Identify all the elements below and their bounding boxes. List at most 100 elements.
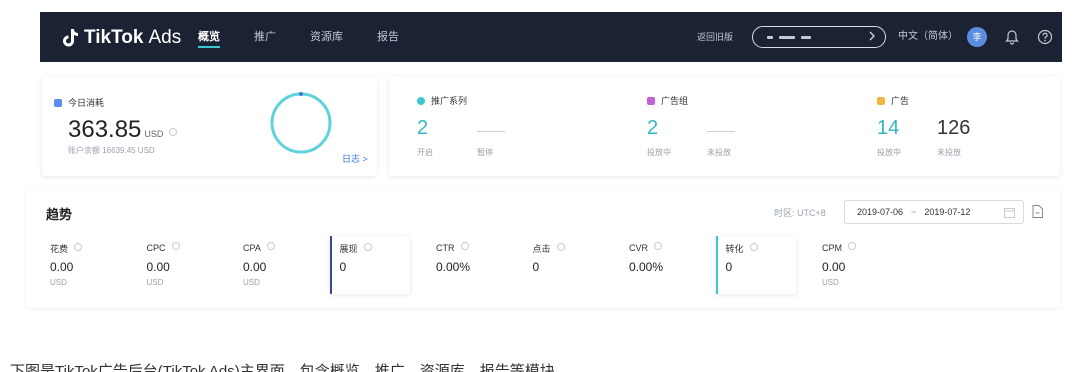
account-selector[interactable] — [752, 26, 886, 48]
campaign-stats: 推广系列 2 开启 —— 暂停 — [417, 94, 537, 158]
trend-metric-tile[interactable]: CPA 0.00 USD — [233, 236, 313, 294]
metric-name-text: 转化 — [725, 244, 744, 254]
today-spend-label: 今日消耗 — [68, 98, 105, 108]
date-range-picker[interactable]: 2019-07-06 ~ 2019-07-12 — [844, 200, 1024, 224]
metric-name: CVR — [629, 242, 663, 253]
bottom-caption-text: 下图是TikTok广告后台(TikTok Ads)主界面，包含概览、推广、资源库… — [10, 363, 555, 372]
calendar-icon — [1004, 208, 1015, 218]
today-spend-card: 今日消耗 363.85 USD 账户余额 16639.45 USD 日志 > — [42, 76, 377, 176]
info-icon[interactable] — [556, 243, 565, 251]
metric-name-text: 点击 — [532, 244, 551, 254]
campaign-paused-value: —— — [477, 122, 505, 138]
ad-stats-title: 广告 — [877, 94, 997, 107]
entity-stats-card: 推广系列 2 开启 —— 暂停 广告组 2 投放中 —— 未投放 广告 14 投… — [389, 76, 1060, 176]
info-icon[interactable] — [169, 128, 178, 136]
bell-icon[interactable] — [1004, 29, 1020, 45]
tiktok-note-icon — [63, 29, 78, 47]
nav-library[interactable]: 资源库 — [310, 12, 343, 62]
account-name-redacted — [779, 35, 795, 39]
info-icon[interactable] — [171, 242, 180, 250]
metric-name-text: CPA — [243, 243, 261, 253]
campaign-paused[interactable]: —— 暂停 — [477, 117, 537, 158]
metric-name-text: 花费 — [50, 244, 69, 254]
trend-metric-tile[interactable]: CPM 0.00 USD — [812, 236, 892, 294]
metric-name: 点击 — [533, 242, 565, 255]
spend-amount-value: 363.85 — [68, 116, 142, 143]
account-name-redacted — [767, 35, 773, 39]
metric-name-text: 展现 — [339, 244, 358, 254]
metric-name-text: CPM — [822, 243, 842, 253]
timezone-label: 时区: UTC+8 — [774, 208, 826, 218]
info-icon[interactable] — [460, 242, 469, 250]
info-icon[interactable] — [266, 242, 275, 250]
adgroup-inactive-label: 未投放 — [707, 148, 731, 157]
spend-amount-unit: USD — [144, 129, 164, 139]
adgroup-active[interactable]: 2 投放中 — [647, 117, 707, 158]
trend-panel: 趋势 时区: UTC+8 2019-07-06 ~ 2019-07-12 花费 0… — [26, 188, 1060, 308]
metric-value: 0 — [725, 260, 733, 274]
adgroup-dot-icon — [647, 97, 655, 105]
logs-link[interactable]: 日志 > — [342, 152, 368, 165]
metric-name: CTR — [436, 242, 469, 253]
avatar[interactable]: 李 — [967, 27, 987, 47]
today-spend-amount: 363.85 USD — [68, 116, 178, 144]
metric-name: 转化 — [726, 242, 758, 255]
ad-active-label: 投放中 — [877, 148, 901, 157]
info-icon[interactable] — [848, 242, 856, 250]
info-icon[interactable] — [654, 242, 663, 250]
metric-value: 0.00 — [822, 260, 846, 274]
trend-metric-tile[interactable]: CVR 0.00% — [619, 236, 699, 294]
info-icon[interactable] — [74, 243, 83, 251]
selected-metric-indicator — [715, 236, 718, 294]
trend-metric-tile[interactable]: CPC 0.00 USD — [137, 236, 217, 294]
date-start: 2019-07-06 — [857, 207, 904, 217]
adgroup-active-label: 投放中 — [647, 148, 671, 157]
export-icon[interactable] — [1032, 205, 1043, 218]
date-separator: ~ — [911, 207, 917, 217]
trend-metric-tile[interactable]: 展现 0 — [329, 236, 410, 294]
spend-progress-ring — [270, 92, 332, 154]
metric-unit: USD — [822, 278, 839, 287]
adgroup-inactive-value: —— — [707, 122, 735, 138]
help-icon[interactable] — [1037, 29, 1053, 45]
metric-unit: USD — [146, 278, 164, 287]
nav-reports[interactable]: 报告 — [377, 12, 399, 62]
ad-inactive[interactable]: 126 未投放 — [937, 117, 997, 158]
trend-metric-tile[interactable]: 花费 0.00 USD — [40, 236, 120, 294]
nav-overview[interactable]: 概览 — [198, 12, 220, 62]
adgroup-stats-title: 广告组 — [647, 94, 767, 107]
metric-name: CPA — [243, 242, 275, 253]
metric-value: 0.00% — [629, 260, 664, 274]
adgroup-inactive[interactable]: —— 未投放 — [707, 117, 767, 158]
trend-metric-tile[interactable]: CTR 0.00% — [426, 236, 506, 294]
info-icon[interactable] — [749, 243, 758, 251]
ad-dot-icon — [877, 97, 885, 105]
ad-stats: 广告 14 投放中 126 未投放 — [877, 94, 997, 158]
nav-promotion[interactable]: 推广 — [254, 12, 276, 62]
trend-metric-tile[interactable]: 转化 0 — [715, 236, 796, 294]
selected-metric-indicator — [329, 236, 332, 294]
info-icon[interactable] — [363, 243, 372, 251]
brand-suffix: Ads — [148, 27, 182, 48]
metric-value: 0.00% — [436, 260, 471, 274]
metric-name: CPM — [822, 242, 856, 253]
campaign-stat-row: 2 开启 —— 暂停 — [417, 117, 537, 158]
metric-name-text: CVR — [629, 243, 649, 253]
language-switcher[interactable]: 中文（简体） — [898, 12, 958, 62]
trend-title: 趋势 — [46, 207, 73, 222]
metric-name-text: CPC — [146, 243, 166, 253]
campaign-on-label: 开启 — [417, 148, 433, 157]
metric-value: 0 — [339, 260, 347, 274]
back-to-old-version-link[interactable]: 返回旧版 — [697, 12, 733, 62]
metric-name: CPC — [147, 242, 180, 253]
metric-value: 0.00 — [50, 260, 74, 274]
ad-active[interactable]: 14 投放中 — [877, 117, 937, 158]
campaign-dot-icon — [417, 97, 425, 105]
chevron-right-icon — [869, 31, 875, 41]
account-balance: 账户余额 16639.45 USD — [68, 146, 155, 155]
campaign-on[interactable]: 2 开启 — [417, 117, 477, 158]
metric-name: 展现 — [340, 242, 372, 255]
tiktok-ads-logo[interactable]: TikTok Ads — [62, 26, 181, 50]
ad-inactive-value: 126 — [937, 117, 971, 139]
trend-metric-tile[interactable]: 点击 0 — [523, 236, 603, 294]
